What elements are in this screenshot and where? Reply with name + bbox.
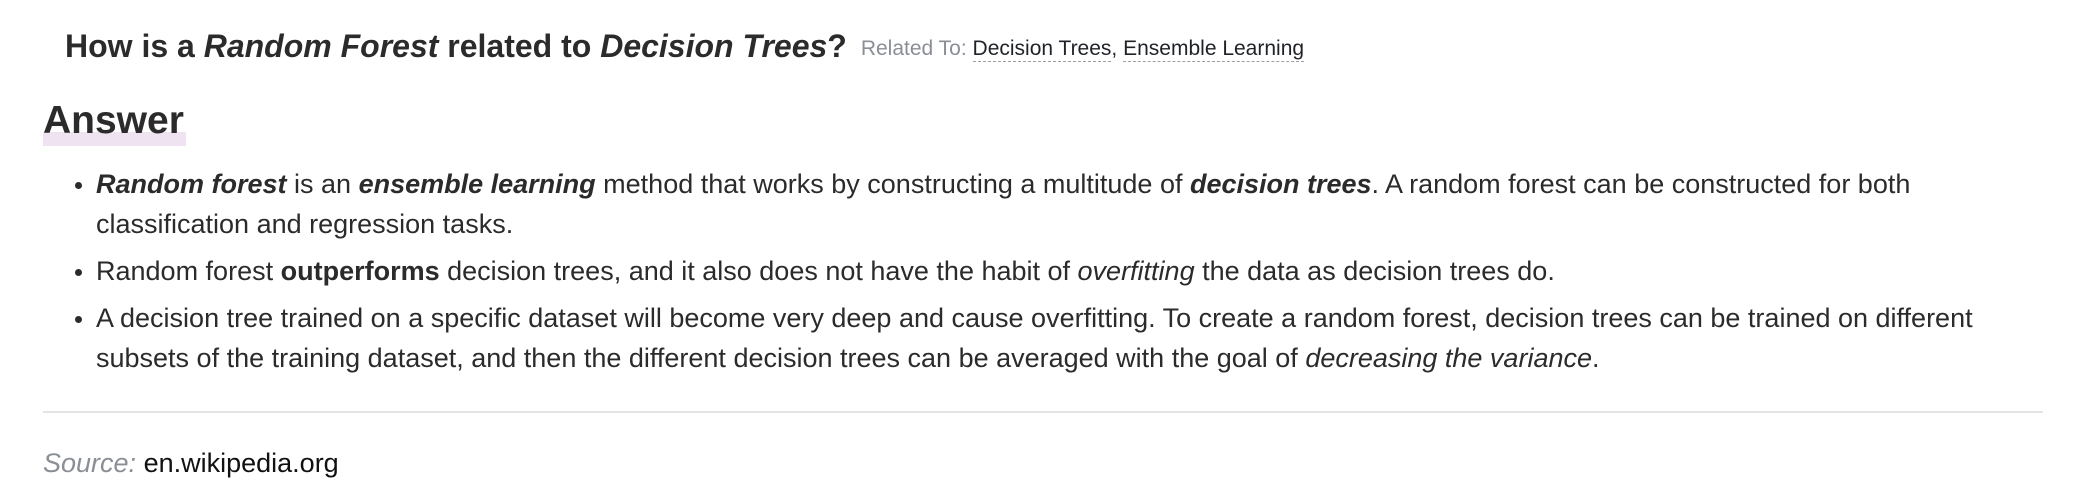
source-label: Source: xyxy=(43,448,137,478)
source-link[interactable]: en.wikipedia.org xyxy=(144,448,339,478)
answer-heading: Answer xyxy=(43,96,186,146)
list-item: A decision tree trained on a specific da… xyxy=(96,298,2044,378)
term-decision-trees: decision trees xyxy=(1189,169,1372,199)
term-ensemble-learning: ensemble learning xyxy=(358,169,596,199)
text-span: method that works by constructing a mult… xyxy=(595,169,1190,199)
question-term-decision-trees: Decision Trees xyxy=(600,28,828,64)
question-title: How is a Random Forest related to Decisi… xyxy=(65,25,1305,70)
question-prefix: How is a xyxy=(65,28,204,64)
term-random-forest: Random forest xyxy=(96,169,287,199)
answer-list: Random forest is an ensemble learning me… xyxy=(43,164,2044,385)
text-span: is an xyxy=(286,169,359,199)
related-link-decision-trees[interactable]: Decision Trees xyxy=(972,37,1112,62)
divider xyxy=(43,411,2043,413)
related-to-label: Related To: xyxy=(860,37,967,60)
list-item: Random forest outperforms decision trees… xyxy=(96,251,2044,291)
term-decreasing-the-variance: decreasing the variance xyxy=(1305,343,1592,373)
question-middle: related to xyxy=(438,28,601,64)
list-item: Random forest is an ensemble learning me… xyxy=(96,164,2044,244)
question-suffix: ? xyxy=(827,28,847,64)
related-link-ensemble-learning[interactable]: Ensemble Learning xyxy=(1123,37,1305,62)
term-overfitting: overfitting xyxy=(1077,256,1195,286)
text-span: . xyxy=(1592,343,1600,373)
text-span: A decision tree trained on a specific da… xyxy=(96,303,1973,373)
text-span: the data as decision trees do. xyxy=(1194,256,1555,286)
term-outperforms: outperforms xyxy=(280,256,440,286)
text-span: decision trees, and it also does not hav… xyxy=(439,256,1078,286)
related-to: Related To: Decision Trees, Ensemble Lea… xyxy=(860,37,1305,62)
text-span: Random forest xyxy=(96,256,281,286)
related-separator: , xyxy=(1111,37,1118,60)
source-line: Source: en.wikipedia.org xyxy=(43,446,339,480)
question-term-random-forest: Random Forest xyxy=(203,28,439,64)
